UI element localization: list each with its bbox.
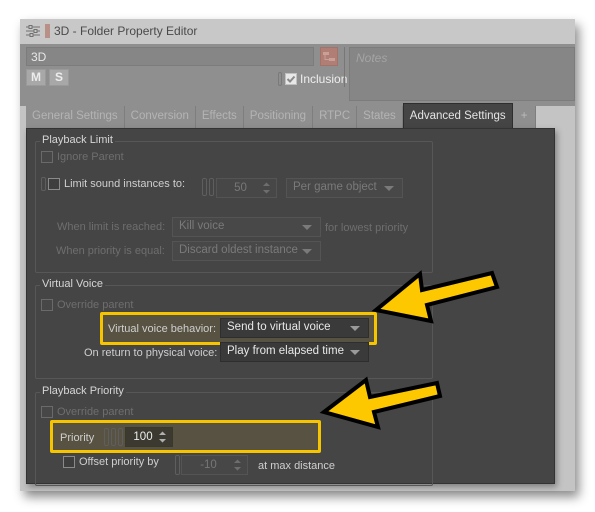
offset-priority-row[interactable]: Offset priority by [63,456,159,468]
pp-override-label: Override parent [57,406,134,418]
tab-states[interactable]: States [357,106,403,128]
color-swatch[interactable] [45,24,50,38]
offset-priority-spinner[interactable]: -10 [181,455,248,475]
add-tab-button[interactable]: + [512,106,537,128]
mute-button[interactable]: M [26,69,46,86]
tab-rtpc[interactable]: RTPC [313,106,358,128]
spinner-arrows-icon[interactable] [263,182,270,194]
playback-priority-group: Playback Priority Override parent Priori… [35,385,433,486]
ignore-parent-label: Ignore Parent [57,151,124,163]
solo-button[interactable]: S [49,69,69,86]
tab-advanced-settings[interactable]: Advanced Settings [402,103,513,128]
offset-priority-label: Offset priority by [79,456,159,468]
playback-limit-group: Playback Limit Ignore Parent Limit sound… [35,134,433,273]
virtual-voice-group: Virtual Voice Override parent Virtual vo… [35,278,433,379]
object-header: 3D M S Inclusion Notes [20,44,575,106]
rtpc-grip-icon[interactable] [111,428,116,446]
chevron-down-icon [384,186,394,191]
window-title: 3D - Folder Property Editor [54,24,198,38]
when-limit-suffix: for lowest priority [325,222,409,234]
limit-instances-row[interactable]: Limit sound instances to: [41,177,185,191]
tab-conversion[interactable]: Conversion [124,106,196,128]
priority-label: Priority [60,432,95,444]
property-editor-window: 3D - Folder Property Editor 3D M S Inclu… [20,19,575,491]
dropdown-value: Per game object [293,181,377,193]
chevron-down-icon [302,249,312,254]
limit-instances-label: Limit sound instances to: [64,178,186,190]
spinner-value: 50 [234,182,247,194]
vv-return-dropdown[interactable]: Play from elapsed time [220,342,369,362]
chevron-down-icon [302,225,312,230]
tab-effects[interactable]: Effects [195,106,244,128]
limit-scope-dropdown[interactable]: Per game object [286,178,403,198]
title-bar: 3D - Folder Property Editor [20,19,575,44]
tab-positioning[interactable]: Positioning [243,106,314,128]
property-editor-icon [26,25,40,37]
pp-override-checkbox[interactable] [41,406,53,418]
ignore-parent-row[interactable]: Ignore Parent [41,151,124,163]
inclusion-toggle[interactable]: Inclusion [278,71,347,86]
hierarchy-icon [323,52,335,61]
offset-priority-suffix: at max distance [258,460,336,472]
dropdown-value: Discard oldest instance [179,244,298,256]
spinner-value: -10 [200,459,217,471]
link-grip-icon[interactable] [104,428,109,446]
group-title: Virtual Voice [40,278,105,290]
pp-override-row[interactable]: Override parent [41,406,133,418]
hierarchy-button[interactable] [320,47,338,66]
chevron-down-icon [350,326,360,331]
group-title: Playback Priority [40,385,126,397]
when-limit-dropdown[interactable]: Kill voice [172,217,321,237]
vv-behavior-label: Virtual voice behavior: [108,323,217,335]
inclusion-checkbox[interactable] [285,72,297,85]
object-name-field[interactable]: 3D [26,47,314,66]
spinner-value: 100 [133,431,153,443]
dropdown-value: Send to virtual voice [227,321,331,333]
ignore-parent-checkbox[interactable] [41,151,53,163]
priority-spinner[interactable]: 100 [125,427,173,447]
link-grip-icon[interactable] [278,71,282,86]
when-equal-label: When priority is equal: [56,245,165,257]
chevron-down-icon [350,350,360,355]
link-grip-icon[interactable] [41,177,46,191]
when-equal-dropdown[interactable]: Discard oldest instance [172,241,321,261]
when-limit-label: When limit is reached: [57,221,166,233]
vv-override-label: Override parent [57,299,134,311]
spinner-arrows-icon[interactable] [159,431,166,443]
vv-behavior-dropdown[interactable]: Send to virtual voice [220,318,369,338]
notes-field[interactable]: Notes [349,47,575,101]
vv-override-row[interactable]: Override parent [41,299,133,311]
tab-general-settings[interactable]: General Settings [26,106,125,128]
vv-override-checkbox[interactable] [41,299,53,311]
vv-return-label: On return to physical voice: [84,347,218,359]
dropdown-value: Play from elapsed time [227,345,344,357]
state-grip-icon[interactable] [118,428,123,446]
offset-priority-checkbox[interactable] [63,456,75,468]
inclusion-label: Inclusion [300,71,348,86]
link-grip-icon[interactable] [202,178,207,196]
group-title: Playback Limit [40,134,115,146]
header-divider [344,47,345,87]
advanced-settings-panel: Playback Limit Ignore Parent Limit sound… [26,128,555,486]
tab-bar: General Settings Conversion Effects Posi… [26,103,537,128]
dropdown-value: Kill voice [179,220,225,232]
limit-instances-checkbox[interactable] [48,178,60,190]
limit-instances-spinner[interactable]: 50 [216,178,277,198]
link-grip-icon[interactable] [175,455,180,475]
checkmark-icon [286,75,296,83]
spinner-arrows-icon[interactable] [234,459,241,471]
rtpc-grip-icon[interactable] [209,178,214,196]
